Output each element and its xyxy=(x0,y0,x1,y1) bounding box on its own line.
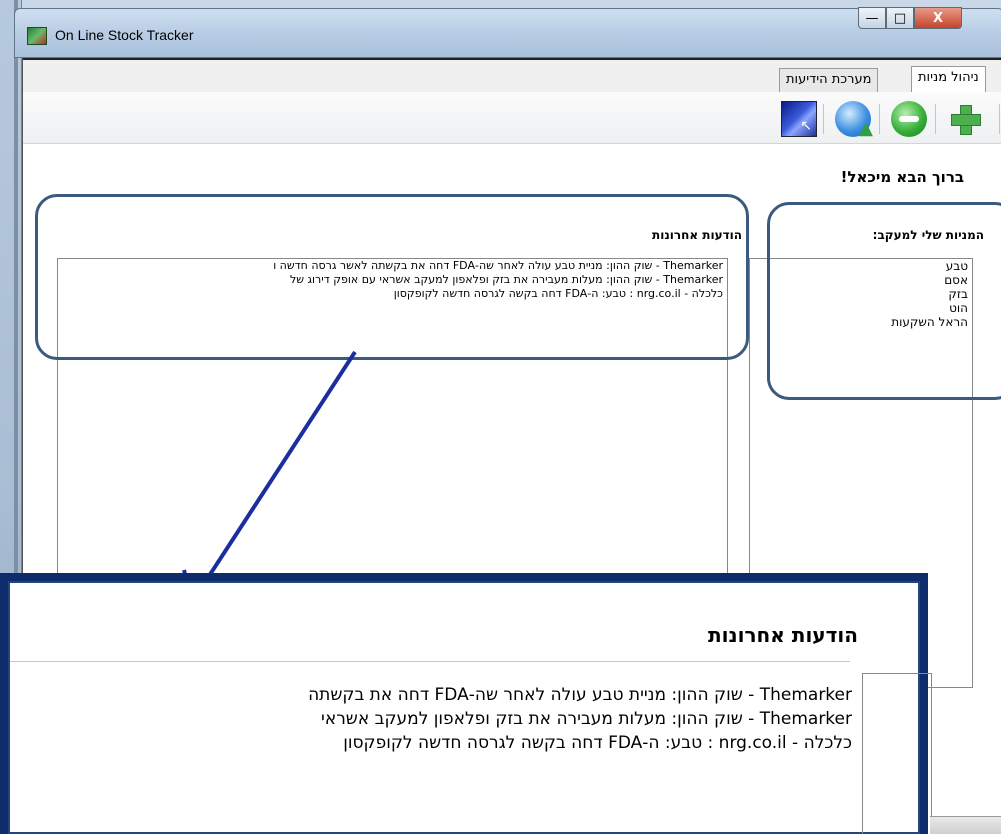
tab-strip: ניהול מניות מערכת הידיעות xyxy=(23,58,1001,94)
title-bar[interactable]: On Line Stock Tracker — □ X xyxy=(14,7,1001,58)
zoom-panel: הודעות אחרונות Themarker - שוק ההון: מני… xyxy=(8,581,932,834)
zoom-news-heading: הודעות אחרונות xyxy=(708,623,858,647)
tab-stock-management[interactable]: ניהול מניות xyxy=(911,66,986,94)
refresh-icon xyxy=(835,101,873,139)
close-button[interactable]: X xyxy=(914,7,962,29)
zoom-inset: הודעות אחרונות Themarker - שוק ההון: מני… xyxy=(0,573,932,834)
tab-news-system[interactable]: מערכת הידיעות xyxy=(779,68,879,92)
zoom-news-item: כלכלה - nrg.co.il : טבע: ה-FDA דחה בקשה … xyxy=(343,733,852,753)
zoom-divider xyxy=(10,661,850,662)
zoom-stocks-edge xyxy=(862,673,932,834)
screenshot-button[interactable] xyxy=(779,100,819,138)
screenshot-icon xyxy=(781,101,817,137)
zoom-news-list: Themarker - שוק ההון: מניית טבע עולה לאח… xyxy=(12,683,852,755)
remove-stock-icon xyxy=(891,101,927,137)
news-callout-highlight xyxy=(35,194,749,360)
horizontal-scrollbar[interactable] xyxy=(930,816,1001,834)
app-logo-icon xyxy=(27,27,47,45)
toolbar-separator xyxy=(823,104,824,134)
toolbar xyxy=(23,92,1001,144)
zoom-news-item: Themarker - שוק ההון: מעלות מעבירה את בז… xyxy=(321,709,852,729)
toolbar-separator xyxy=(999,104,1000,134)
remove-stock-button[interactable] xyxy=(889,100,929,138)
stocks-callout-highlight xyxy=(767,202,1001,400)
minimize-button[interactable]: — xyxy=(858,7,886,29)
add-stock-icon xyxy=(947,101,983,137)
toolbar-separator xyxy=(935,104,936,134)
zoom-news-item: Themarker - שוק ההון: מניית טבע עולה לאח… xyxy=(308,685,852,705)
toolbar-separator xyxy=(879,104,880,134)
refresh-button[interactable] xyxy=(833,100,873,139)
add-stock-button[interactable] xyxy=(945,100,985,138)
maximize-button[interactable]: □ xyxy=(886,7,914,29)
welcome-message: ברוך הבא מיכאל! xyxy=(840,168,964,186)
window-title: On Line Stock Tracker xyxy=(55,27,194,43)
